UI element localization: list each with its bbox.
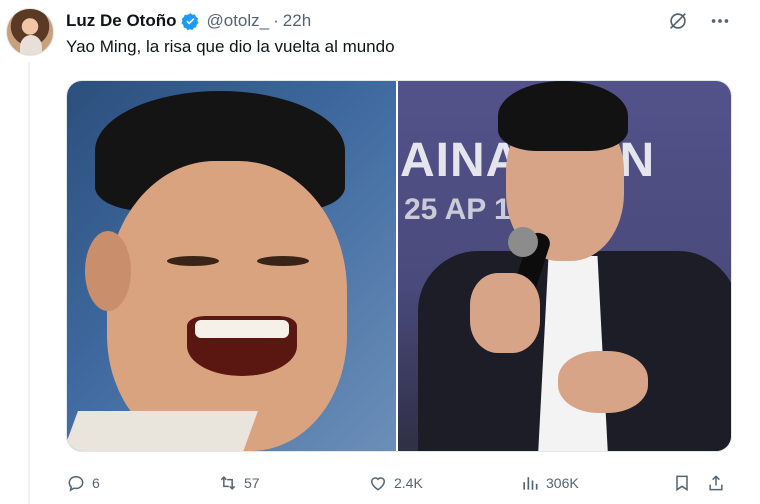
reply-count: 6 bbox=[92, 475, 100, 491]
avatar[interactable] bbox=[6, 8, 54, 56]
views-button[interactable]: 306K bbox=[520, 473, 579, 493]
microphone-head bbox=[508, 227, 538, 257]
tweet-card: Luz De Otoño @otolz_ · 22h Yao Ming, la … bbox=[0, 0, 760, 504]
photo-detail bbox=[257, 256, 309, 266]
retweet-count: 57 bbox=[244, 475, 260, 491]
top-actions bbox=[666, 9, 732, 33]
views-count: 306K bbox=[546, 475, 579, 491]
bookmark-icon bbox=[676, 475, 688, 492]
photo-detail bbox=[67, 411, 258, 451]
like-count: 2.4K bbox=[394, 475, 423, 491]
photo-detail bbox=[558, 351, 648, 413]
photo-detail bbox=[85, 231, 131, 311]
share-button[interactable] bbox=[706, 473, 726, 493]
grok-icon[interactable] bbox=[666, 9, 690, 33]
heart-icon bbox=[370, 477, 386, 491]
retweet-button[interactable]: 57 bbox=[218, 473, 260, 493]
separator-dot: · bbox=[273, 11, 279, 30]
verified-badge-icon bbox=[181, 12, 199, 30]
photo-detail bbox=[498, 81, 628, 151]
reply-button[interactable]: 6 bbox=[66, 473, 100, 493]
retweet-icon bbox=[220, 476, 236, 490]
like-button[interactable]: 2.4K bbox=[368, 473, 423, 493]
share-icon bbox=[709, 475, 723, 491]
views-icon bbox=[523, 477, 538, 490]
photo-detail bbox=[470, 273, 540, 353]
photo-detail bbox=[107, 161, 347, 451]
tweet-text: Yao Ming, la risa que dio la vuelta al m… bbox=[66, 37, 395, 56]
photo-detail bbox=[167, 256, 219, 266]
photo-laughing[interactable] bbox=[67, 81, 396, 451]
photo-microphone[interactable]: AINA CHIN 25 AP 14 (2 bbox=[398, 81, 731, 451]
action-bar: 6 57 2.4K 306K bbox=[66, 468, 732, 498]
tweet-header: Luz De Otoño @otolz_ · 22h bbox=[66, 9, 311, 33]
thread-line bbox=[28, 62, 30, 504]
timestamp[interactable]: 22h bbox=[283, 11, 311, 31]
display-name[interactable]: Luz De Otoño bbox=[66, 11, 176, 31]
photo-detail bbox=[187, 316, 297, 376]
media-grid: AINA CHIN 25 AP 14 (2 bbox=[66, 80, 732, 452]
reply-icon bbox=[68, 475, 84, 492]
handle[interactable]: @otolz_ bbox=[206, 11, 269, 31]
more-options-icon[interactable] bbox=[708, 9, 732, 33]
bookmark-button[interactable] bbox=[672, 473, 692, 493]
